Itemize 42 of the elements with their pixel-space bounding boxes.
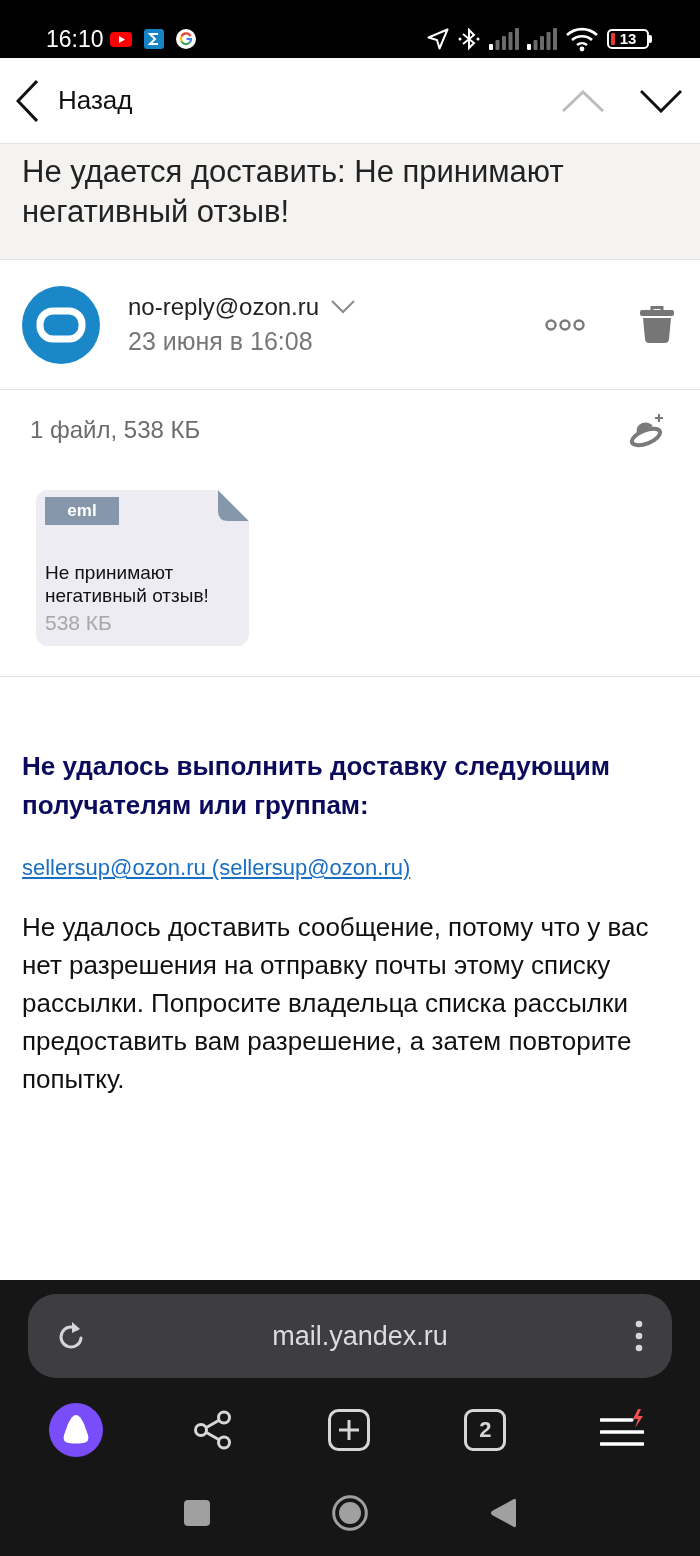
chevron-down-icon bbox=[640, 88, 682, 113]
chevron-down-icon[interactable] bbox=[331, 300, 356, 314]
play-app-icon bbox=[109, 31, 132, 47]
back-triangle-icon[interactable] bbox=[490, 1498, 516, 1528]
home-icon[interactable] bbox=[332, 1495, 368, 1531]
attachment-name: Не принимают негативный отзыв! bbox=[45, 561, 210, 607]
reload-icon[interactable] bbox=[57, 1321, 85, 1351]
attachment-size: 538 КБ bbox=[45, 611, 113, 635]
chevron-left-icon bbox=[16, 79, 38, 122]
sender-avatar-icon bbox=[22, 285, 100, 364]
bluetooth-icon bbox=[457, 27, 481, 51]
sender-email: no-reply@ozon.ru bbox=[128, 292, 320, 322]
share-icon[interactable] bbox=[192, 1410, 233, 1450]
new-tab-icon[interactable] bbox=[328, 1409, 370, 1451]
file-type-tag: eml bbox=[45, 497, 119, 525]
attachments-summary: 1 файл, 538 КБ bbox=[30, 415, 201, 445]
attachment-card[interactable]: eml Не принимают негативный отзыв! 538 КБ bbox=[36, 490, 249, 646]
error-heading: Не удалось выполнить доставку следующим получателям или группам: bbox=[22, 750, 611, 822]
wifi-icon bbox=[565, 26, 599, 52]
more-options-icon[interactable] bbox=[545, 318, 585, 331]
message-date: 23 июня в 16:08 bbox=[128, 326, 314, 357]
recipient-link[interactable]: sellersup@ozon.ru (sellersup@ozon.ru) bbox=[22, 855, 411, 880]
status-time: 16:10 bbox=[46, 25, 104, 53]
location-arrow-icon bbox=[427, 28, 449, 50]
signal-icon bbox=[489, 28, 519, 50]
chevron-up-icon bbox=[562, 89, 604, 112]
signal-icon bbox=[527, 28, 557, 50]
address-bar[interactable]: mail.yandex.ru bbox=[28, 1294, 672, 1378]
message-subject: Не удается доставить: Не принимают негативный отзыв! bbox=[22, 153, 565, 231]
folded-corner-icon bbox=[218, 490, 249, 521]
battery-percent: 13 bbox=[619, 31, 637, 47]
error-message: Не удалось доставить сообщение, потому что у вас нет разрешения на отправку почты этому списку рассылки. Попросите владельца списка рассылки предоставить вам разрешение, а затем повторите попытку. bbox=[22, 911, 650, 1096]
battery-low-mark bbox=[611, 33, 615, 45]
g-app-icon bbox=[175, 29, 196, 49]
sigma-app-icon bbox=[143, 29, 164, 49]
more-vertical-icon[interactable] bbox=[635, 1320, 643, 1352]
next-message-button[interactable] bbox=[640, 88, 682, 113]
delete-icon[interactable] bbox=[640, 306, 674, 343]
url-text: mail.yandex.ru bbox=[271, 1319, 449, 1353]
back-button[interactable]: Назад bbox=[16, 79, 133, 122]
saucer-plus-icon[interactable] bbox=[629, 412, 665, 448]
tabs-button[interactable]: 2 bbox=[464, 1409, 507, 1451]
